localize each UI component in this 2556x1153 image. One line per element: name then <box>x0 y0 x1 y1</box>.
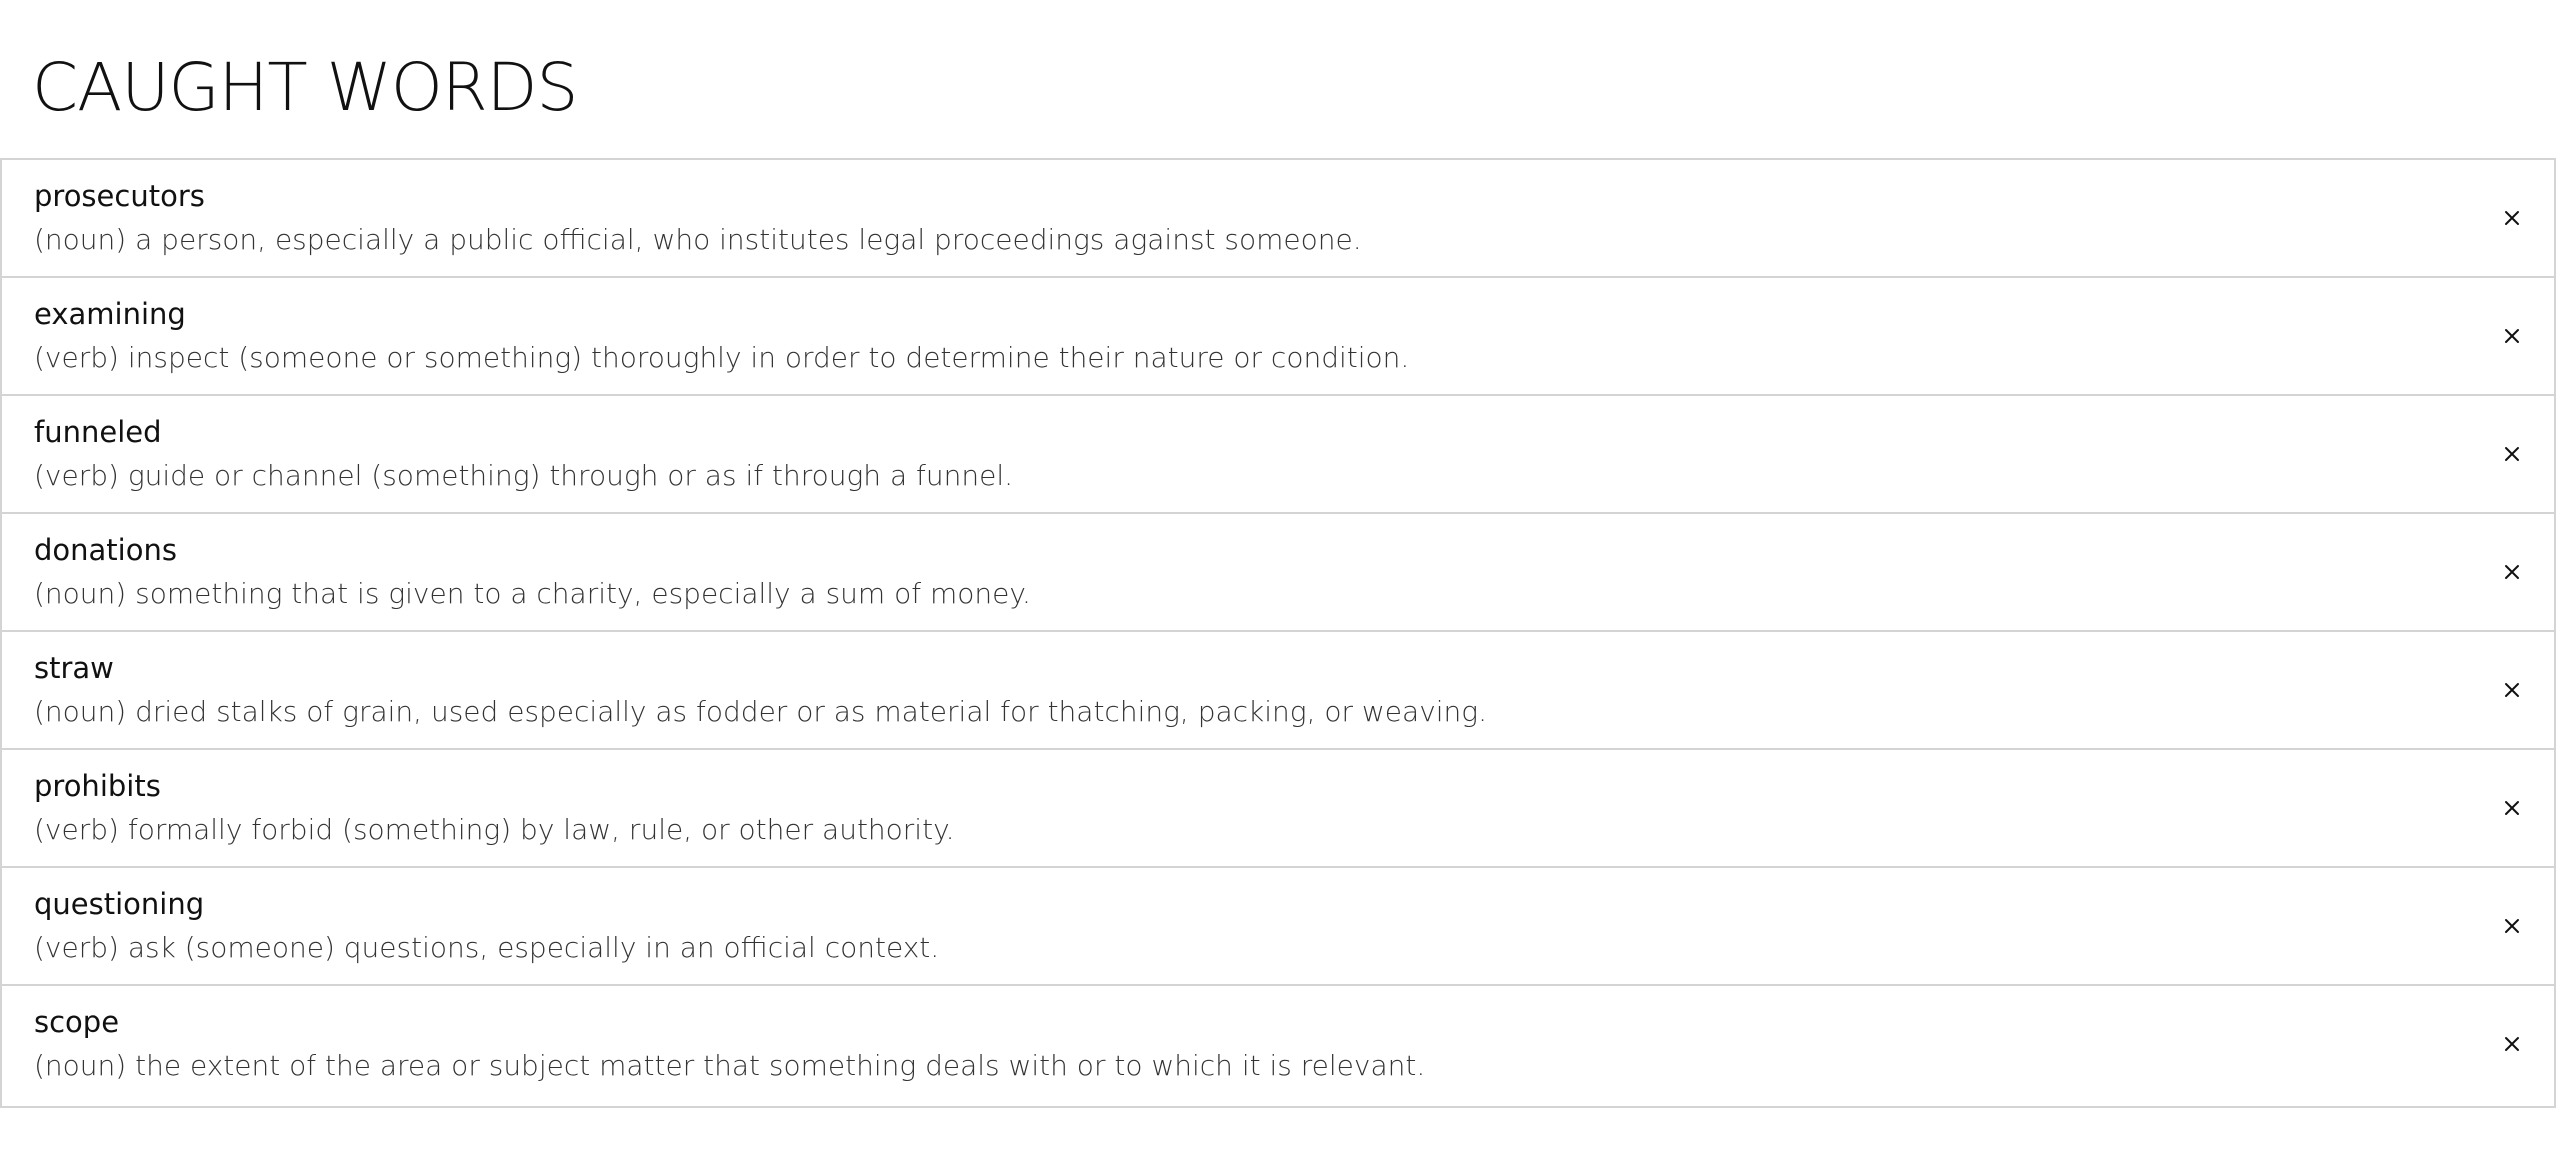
close-icon <box>2505 565 2519 579</box>
remove-word-button[interactable] <box>2492 788 2532 828</box>
word-item: examining (verb) inspect (someone or som… <box>2 278 2554 396</box>
word-term: scope <box>34 1005 120 1039</box>
page-title: CAUGHT WORDS <box>32 49 578 126</box>
word-item: funneled (verb) guide or channel (someth… <box>2 396 2554 514</box>
word-item: donations (noun) something that is given… <box>2 514 2554 632</box>
word-term: prohibits <box>34 769 161 803</box>
remove-word-button[interactable] <box>2492 670 2532 710</box>
close-icon <box>2505 447 2519 461</box>
close-icon <box>2505 329 2519 343</box>
close-icon <box>2505 919 2519 933</box>
remove-word-button[interactable] <box>2492 552 2532 592</box>
caught-words-list: prosecutors (noun) a person, especially … <box>0 158 2556 1108</box>
word-definition: (verb) ask (someone) questions, especial… <box>34 931 940 964</box>
remove-word-button[interactable] <box>2492 1024 2532 1064</box>
word-definition: (noun) the extent of the area or subject… <box>34 1049 1426 1082</box>
remove-word-button[interactable] <box>2492 198 2532 238</box>
word-item: scope (noun) the extent of the area or s… <box>2 986 2554 1108</box>
word-term: straw <box>34 651 114 685</box>
word-item: prosecutors (noun) a person, especially … <box>2 160 2554 278</box>
close-icon <box>2505 801 2519 815</box>
close-icon <box>2505 683 2519 697</box>
word-term: questioning <box>34 887 205 921</box>
word-definition: (verb) formally forbid (something) by la… <box>34 813 955 846</box>
close-icon <box>2505 1037 2519 1051</box>
remove-word-button[interactable] <box>2492 906 2532 946</box>
word-definition: (noun) something that is given to a char… <box>34 577 1031 610</box>
word-term: prosecutors <box>34 179 205 213</box>
word-definition: (verb) inspect (someone or something) th… <box>34 341 1410 374</box>
word-definition: (noun) dried stalks of grain, used espec… <box>34 695 1487 728</box>
remove-word-button[interactable] <box>2492 316 2532 356</box>
word-item: straw (noun) dried stalks of grain, used… <box>2 632 2554 750</box>
word-definition: (verb) guide or channel (something) thro… <box>34 459 1014 492</box>
word-item: prohibits (verb) formally forbid (someth… <box>2 750 2554 868</box>
word-definition: (noun) a person, especially a public off… <box>34 223 1362 256</box>
word-term: donations <box>34 533 177 567</box>
word-term: examining <box>34 297 186 331</box>
close-icon <box>2505 211 2519 225</box>
word-item: questioning (verb) ask (someone) questio… <box>2 868 2554 986</box>
remove-word-button[interactable] <box>2492 434 2532 474</box>
word-term: funneled <box>34 415 162 449</box>
